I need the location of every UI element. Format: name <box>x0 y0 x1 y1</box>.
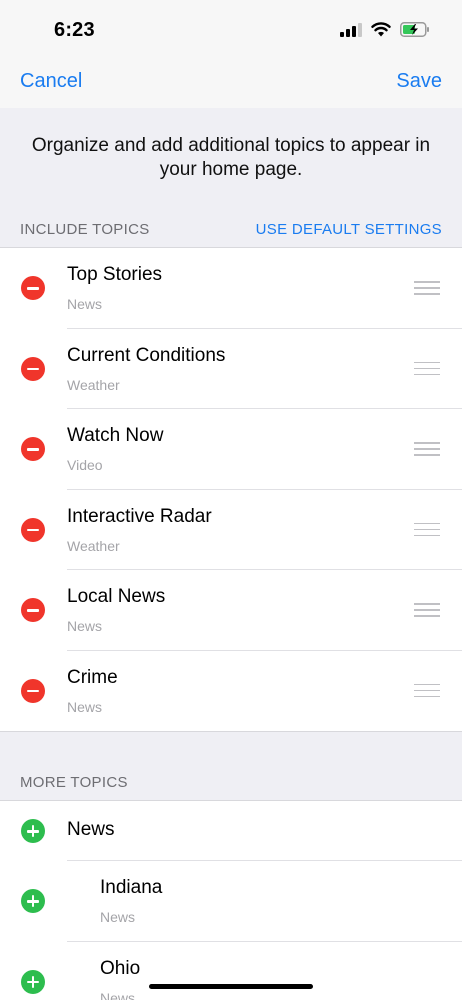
topic-category: News <box>67 698 103 715</box>
drag-handle-icon[interactable] <box>414 683 440 699</box>
include-topics-list: Top Stories News Current Conditions Weat… <box>0 247 462 732</box>
remove-icon[interactable] <box>21 678 45 703</box>
add-icon[interactable] <box>21 889 45 914</box>
topic-title: News <box>67 819 115 840</box>
wifi-icon <box>371 22 391 37</box>
status-bar: 6:23 <box>0 0 462 58</box>
remove-icon[interactable] <box>21 517 45 542</box>
cellular-signal-icon <box>340 22 362 37</box>
topic-title: Crime <box>67 666 118 688</box>
topic-category: Video <box>67 457 103 473</box>
topic-title: Interactive Radar <box>67 505 212 527</box>
drag-handle-icon[interactable] <box>414 280 440 296</box>
intro-text-label: Organize and add additional topics to ap… <box>31 135 431 180</box>
topic-title: Local News <box>67 586 166 607</box>
remove-icon[interactable] <box>21 598 45 623</box>
more-topics-header: MORE TOPICS <box>0 762 462 802</box>
topic-category: News <box>100 909 136 925</box>
drag-handle-icon[interactable] <box>414 602 440 618</box>
home-indicator[interactable] <box>149 984 313 989</box>
topic-title: Watch Now <box>67 425 164 446</box>
topic-category: Weather <box>67 537 120 554</box>
drag-handle-icon[interactable] <box>414 441 440 457</box>
topic-category: News <box>100 989 136 1000</box>
status-icons <box>340 22 430 37</box>
save-button[interactable]: Save <box>396 70 442 93</box>
more-topics-title: MORE TOPICS <box>20 773 128 791</box>
remove-icon[interactable] <box>21 276 45 301</box>
drag-handle-icon[interactable] <box>414 361 440 377</box>
remove-icon[interactable] <box>21 437 45 462</box>
topic-title: Ohio <box>100 957 141 979</box>
topic-row: Watch Now Video <box>0 409 462 490</box>
include-topics-title: INCLUDE TOPICS <box>20 220 150 238</box>
battery-charging-icon <box>400 22 429 37</box>
drag-handle-icon[interactable] <box>414 522 440 538</box>
topic-title: Indiana <box>100 877 163 898</box>
topic-title: Current Conditions <box>67 344 226 366</box>
remove-icon[interactable] <box>21 356 45 381</box>
intro-text: Organize and add additional topics to ap… <box>0 108 462 208</box>
topic-row: Local News News <box>0 570 462 651</box>
topic-row: News <box>0 801 462 861</box>
include-topics-header: INCLUDE TOPICS USE DEFAULT SETTINGS <box>0 209 462 249</box>
topic-category: News <box>67 296 103 312</box>
add-icon[interactable] <box>21 969 45 994</box>
topic-category: Weather <box>67 376 120 393</box>
add-icon[interactable] <box>21 819 45 843</box>
cancel-button[interactable]: Cancel <box>20 70 82 93</box>
topic-row: Top Stories News <box>0 248 462 329</box>
topic-category: News <box>67 618 103 634</box>
use-default-settings-button[interactable]: USE DEFAULT SETTINGS <box>256 221 442 238</box>
topic-row: Interactive Radar Weather <box>0 490 462 570</box>
navigation-bar: Cancel Save <box>0 58 462 108</box>
topic-title: Top Stories <box>67 264 163 285</box>
status-time: 6:23 <box>54 19 95 41</box>
topic-row: Indiana News <box>0 861 462 942</box>
more-topics-list: News Indiana News Ohio News <box>0 800 462 1000</box>
topic-row: Ohio News <box>0 942 462 1000</box>
topic-row: Current Conditions Weather <box>0 329 462 409</box>
topic-row: Crime News <box>0 651 462 732</box>
